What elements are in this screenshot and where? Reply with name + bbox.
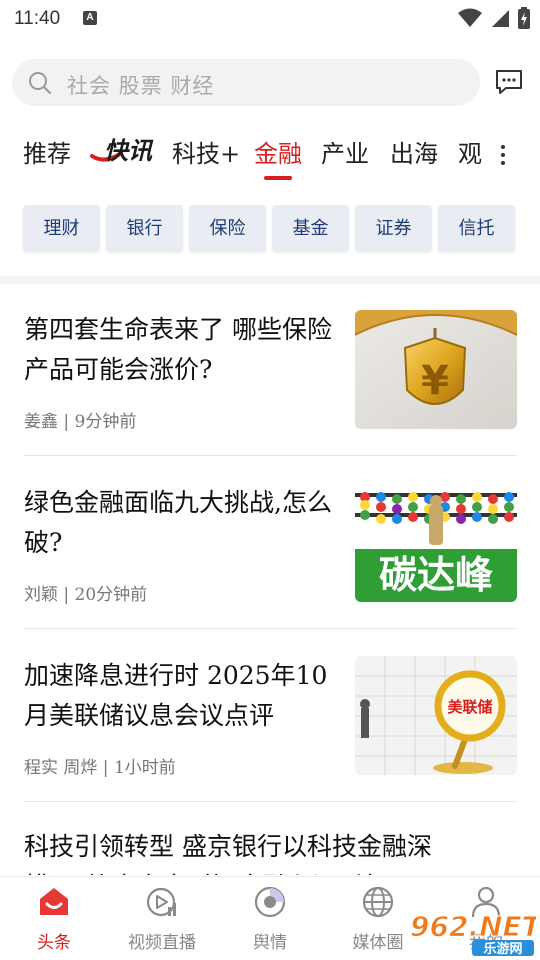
tab-view[interactable]: 观 bbox=[458, 134, 482, 169]
article-meta: 程实 周烨 | 1小时前 bbox=[24, 758, 176, 778]
tab-recommend[interactable]: 推荐 bbox=[23, 134, 71, 169]
article-title: 第四套生命表来了 哪些保险产品可能会涨价? bbox=[24, 315, 332, 384]
article-title: 科技引领转型 盛京银行以科技金融深耕“五篇大文章”著“金融兴辽”科 bbox=[24, 832, 432, 875]
active-tab-indicator bbox=[264, 176, 292, 180]
video-live-icon bbox=[146, 887, 176, 917]
article-title: 加速降息进行时 2025年10月美联储议息会议点评 bbox=[24, 661, 328, 730]
article-item[interactable]: 第四套生命表来了 哪些保险产品可能会涨价? 姜鑫 | 9分钟前 ¥ bbox=[24, 310, 517, 432]
article-title: 绿色金融面临九大挑战,怎么破? bbox=[24, 488, 332, 557]
search-input[interactable]: 社会 股票 财经 bbox=[12, 59, 480, 106]
tab-finance[interactable]: 金融 bbox=[254, 134, 302, 169]
nav-video-live[interactable]: 视频直播 bbox=[108, 877, 216, 960]
status-bar: 11:40 A bbox=[0, 0, 540, 36]
wifi-icon bbox=[458, 8, 482, 27]
nav-headlines[interactable]: 头条 bbox=[0, 877, 108, 960]
battery-icon bbox=[518, 7, 530, 29]
chip-securities[interactable]: 证券 bbox=[355, 205, 432, 252]
article-meta: 姜鑫 | 9分钟前 bbox=[24, 412, 137, 432]
sentiment-icon bbox=[254, 886, 286, 918]
article-item[interactable]: 加速降息进行时 2025年10月美联储议息会议点评 程实 周烨 | 1小时前 美… bbox=[24, 656, 517, 778]
nav-label: 头条 bbox=[37, 933, 71, 953]
nav-label: 视频直播 bbox=[128, 933, 196, 953]
section-divider bbox=[0, 276, 540, 284]
status-icons bbox=[458, 6, 530, 30]
tab-kuaixun[interactable]: 快讯 bbox=[90, 134, 154, 168]
article-separator bbox=[24, 455, 517, 456]
home-icon bbox=[40, 888, 68, 915]
nav-label: 舆情 bbox=[253, 933, 287, 953]
chip-wealth[interactable]: 理财 bbox=[23, 205, 100, 252]
chip-trust[interactable]: 信托 bbox=[438, 205, 515, 252]
watermark-text: 962.NET bbox=[410, 910, 536, 943]
tab-tech[interactable]: 科技+ bbox=[172, 134, 240, 169]
article-separator bbox=[24, 628, 517, 629]
search-icon bbox=[29, 72, 52, 95]
article-thumbnail: ¥ bbox=[355, 310, 517, 429]
article-item[interactable]: 绿色金融面临九大挑战,怎么破? 刘颖 | 20分钟前 碳达峰 bbox=[24, 483, 517, 605]
channel-tabs: 推荐 快讯 科技+ 金融 产业 出海 观 bbox=[0, 126, 540, 182]
watermark-logo: 962.NET 乐游网 bbox=[410, 910, 536, 956]
more-icon[interactable] bbox=[496, 143, 510, 167]
article-thumbnail: 美联储 bbox=[355, 656, 517, 775]
article-item[interactable]: 科技引领转型 盛京银行以科技金融深耕“五篇大文章”著“金融兴辽”科 bbox=[24, 827, 517, 875]
tab-industry[interactable]: 产业 bbox=[321, 134, 369, 169]
kuaixun-label: 快讯 bbox=[104, 137, 154, 165]
search-placeholder: 社会 股票 财经 bbox=[67, 74, 215, 98]
signal-icon bbox=[492, 10, 509, 27]
watermark-subtext: 乐游网 bbox=[483, 941, 522, 956]
tab-overseas[interactable]: 出海 bbox=[390, 134, 438, 169]
article-thumbnail: 碳达峰 bbox=[355, 483, 517, 602]
status-time: 11:40 bbox=[14, 8, 61, 29]
chip-bank[interactable]: 银行 bbox=[106, 205, 183, 252]
chip-fund[interactable]: 基金 bbox=[272, 205, 349, 252]
article-separator bbox=[24, 801, 517, 802]
chip-insurance[interactable]: 保险 bbox=[189, 205, 266, 252]
thumbnail-caption: 碳达峰 bbox=[378, 553, 493, 597]
nav-sentiment[interactable]: 舆情 bbox=[216, 877, 324, 960]
svg-text:¥: ¥ bbox=[421, 358, 449, 404]
article-meta: 刘颖 | 20分钟前 bbox=[24, 585, 148, 605]
message-icon[interactable] bbox=[494, 68, 524, 96]
globe-icon bbox=[362, 886, 394, 918]
thumbnail-caption: 美联储 bbox=[447, 698, 493, 716]
subcategory-chips: 理财 银行 保险 基金 证券 信托 bbox=[23, 205, 518, 253]
notification-icon: A bbox=[83, 11, 97, 25]
